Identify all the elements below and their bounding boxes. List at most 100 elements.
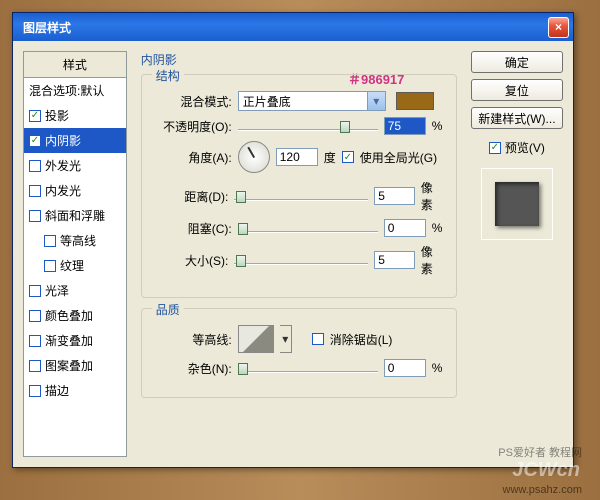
style-checkbox[interactable] (29, 110, 41, 122)
style-item-label: 渐变叠加 (45, 332, 93, 349)
style-item-7[interactable]: 纹理 (24, 253, 126, 278)
section-title: 内阴影 (141, 51, 457, 68)
noise-unit: % (432, 361, 443, 375)
style-item-6[interactable]: 等高线 (24, 228, 126, 253)
new-style-button[interactable]: 新建样式(W)... (471, 107, 563, 129)
style-item-label: 描边 (45, 382, 69, 399)
size-unit: 像素 (421, 243, 444, 277)
styles-list: 混合选项:默认投影内阴影外发光内发光斜面和浮雕等高线纹理光泽颜色叠加渐变叠加图案… (23, 77, 127, 457)
distance-unit: 像素 (421, 179, 444, 213)
opacity-input[interactable]: 75 (384, 117, 426, 135)
contour-dropdown-icon[interactable]: ▾ (280, 325, 292, 353)
style-checkbox[interactable] (29, 185, 41, 197)
blend-mode-row: 混合模式: 正片叠底 ▾ (154, 91, 444, 111)
style-checkbox[interactable] (29, 360, 41, 372)
contour-picker[interactable] (238, 325, 274, 353)
style-item-11[interactable]: 图案叠加 (24, 353, 126, 378)
style-checkbox[interactable] (44, 235, 56, 247)
style-item-9[interactable]: 颜色叠加 (24, 303, 126, 328)
style-item-label: 颜色叠加 (45, 307, 93, 324)
structure-legend: 结构 (152, 67, 184, 84)
angle-unit: 度 (324, 149, 336, 166)
angle-input[interactable]: 120 (276, 148, 318, 166)
close-button[interactable]: × (548, 17, 569, 38)
noise-slider[interactable] (238, 361, 378, 375)
style-item-label: 外发光 (45, 157, 81, 174)
style-item-8[interactable]: 光泽 (24, 278, 126, 303)
watermark-text-2: www.psahz.com (503, 484, 582, 496)
style-item-10[interactable]: 渐变叠加 (24, 328, 126, 353)
style-item-3[interactable]: 外发光 (24, 153, 126, 178)
style-item-5[interactable]: 斜面和浮雕 (24, 203, 126, 228)
global-light-checkbox[interactable] (342, 151, 354, 163)
style-checkbox[interactable] (29, 385, 41, 397)
noise-label: 杂色(N): (154, 360, 232, 377)
contour-row: 等高线: ▾ 消除锯齿(L) (154, 325, 444, 353)
style-item-12[interactable]: 描边 (24, 378, 126, 403)
style-item-label: 混合选项:默认 (29, 82, 104, 99)
color-swatch[interactable] (396, 92, 434, 110)
quality-group: 品质 等高线: ▾ 消除锯齿(L) 杂色(N): 0 % (141, 308, 457, 398)
style-item-label: 光泽 (45, 282, 69, 299)
titlebar[interactable]: 图层样式 × (13, 13, 573, 41)
opacity-unit: % (432, 119, 443, 133)
style-item-label: 投影 (45, 107, 69, 124)
noise-row: 杂色(N): 0 % (154, 359, 444, 377)
preview-box (481, 168, 553, 240)
style-checkbox[interactable] (29, 135, 41, 147)
styles-column: 样式 混合选项:默认投影内阴影外发光内发光斜面和浮雕等高线纹理光泽颜色叠加渐变叠… (23, 51, 127, 457)
style-checkbox[interactable] (29, 335, 41, 347)
opacity-row: 不透明度(O): 75 % (154, 117, 444, 135)
style-item-4[interactable]: 内发光 (24, 178, 126, 203)
style-item-label: 内阴影 (45, 132, 81, 149)
preview-row: 预览(V) (489, 139, 545, 156)
style-item-2[interactable]: 内阴影 (24, 128, 126, 153)
opacity-label: 不透明度(O): (154, 118, 232, 135)
noise-input[interactable]: 0 (384, 359, 426, 377)
antialias-checkbox[interactable] (312, 333, 324, 345)
angle-row: 角度(A): 120 度 使用全局光(G) (154, 141, 444, 173)
size-row: 大小(S): 5 像素 (154, 243, 444, 277)
style-item-label: 等高线 (60, 232, 96, 249)
style-item-0[interactable]: 混合选项:默认 (24, 78, 126, 103)
style-item-label: 图案叠加 (45, 357, 93, 374)
size-slider[interactable] (234, 253, 368, 267)
choke-input[interactable]: 0 (384, 219, 426, 237)
style-checkbox[interactable] (29, 310, 41, 322)
size-label: 大小(S): (154, 252, 229, 269)
preview-checkbox[interactable] (489, 142, 501, 154)
choke-label: 阻塞(C): (154, 220, 232, 237)
angle-label: 角度(A): (154, 149, 232, 166)
choke-slider[interactable] (238, 221, 378, 235)
style-checkbox[interactable] (29, 210, 41, 222)
layer-style-dialog: 图层样式 × 样式 混合选项:默认投影内阴影外发光内发光斜面和浮雕等高线纹理光泽… (12, 12, 574, 468)
settings-column: 内阴影 ＃986917 结构 混合模式: 正片叠底 ▾ 不透明度(O): 75 … (135, 51, 463, 457)
choke-unit: % (432, 221, 443, 235)
blend-mode-label: 混合模式: (154, 93, 232, 110)
cancel-button[interactable]: 复位 (471, 79, 563, 101)
opacity-slider[interactable] (238, 119, 378, 133)
size-input[interactable]: 5 (374, 251, 415, 269)
window-title: 图层样式 (17, 19, 548, 36)
ok-button[interactable]: 确定 (471, 51, 563, 73)
angle-dial[interactable] (238, 141, 270, 173)
preview-label: 预览(V) (505, 139, 545, 156)
choke-row: 阻塞(C): 0 % (154, 219, 444, 237)
distance-row: 距离(D): 5 像素 (154, 179, 444, 213)
global-light-label: 使用全局光(G) (360, 149, 437, 166)
style-item-1[interactable]: 投影 (24, 103, 126, 128)
watermark-logo: JCWcn (512, 459, 580, 482)
style-checkbox[interactable] (29, 285, 41, 297)
style-item-label: 内发光 (45, 182, 81, 199)
distance-label: 距离(D): (154, 188, 229, 205)
blend-mode-value: 正片叠底 (239, 93, 367, 110)
style-checkbox[interactable] (44, 260, 56, 272)
structure-group: 结构 混合模式: 正片叠底 ▾ 不透明度(O): 75 % 角度(A (141, 74, 457, 298)
distance-input[interactable]: 5 (374, 187, 415, 205)
quality-legend: 品质 (152, 301, 184, 318)
blend-mode-combo[interactable]: 正片叠底 ▾ (238, 91, 386, 111)
distance-slider[interactable] (234, 189, 368, 203)
style-item-label: 纹理 (60, 257, 84, 274)
chevron-down-icon[interactable]: ▾ (367, 92, 385, 110)
style-checkbox[interactable] (29, 160, 41, 172)
